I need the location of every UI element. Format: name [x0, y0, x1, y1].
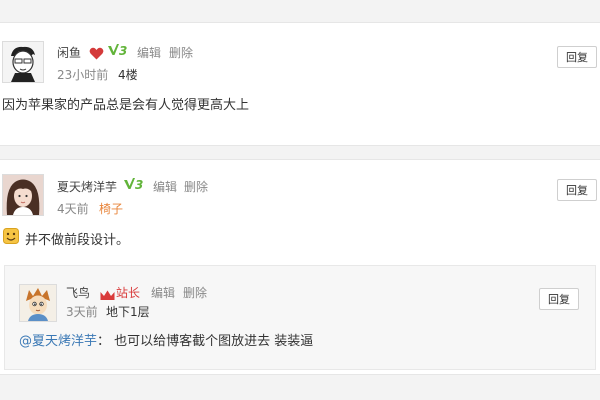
vip-level-icon: 3: [108, 44, 127, 58]
role-badge: 站长: [116, 286, 141, 300]
delete-link[interactable]: 删除: [183, 284, 207, 301]
comment-author[interactable]: 夏天烤洋芋: [57, 178, 117, 195]
comment-time: 23小时前: [57, 68, 109, 82]
comment-time: 4天前: [57, 202, 89, 216]
delete-link[interactable]: 删除: [184, 178, 208, 195]
reply-button[interactable]: 回复: [557, 46, 597, 68]
comment-text: 因为苹果家的产品总是会有人觉得更高大上: [2, 98, 250, 113]
reply-button[interactable]: 回复: [557, 179, 597, 201]
floor-label[interactable]: 4楼: [118, 66, 138, 83]
delete-link[interactable]: 删除: [169, 44, 193, 61]
avatar[interactable]: [2, 41, 44, 83]
comment-text: 并不做前段设计。: [25, 233, 130, 248]
edit-link[interactable]: 编辑: [137, 44, 161, 61]
reply-time: 3天前: [66, 305, 98, 319]
comment-card: 闲鱼 3 编辑 删除 23小时前 4楼 因为苹果家的产品总是会有人觉得更高大上 …: [0, 22, 600, 146]
edit-link[interactable]: 编辑: [153, 178, 177, 195]
emoji-icon: [3, 228, 19, 248]
comment-author[interactable]: 闲鱼: [57, 44, 81, 61]
floor-label[interactable]: 椅子: [99, 200, 123, 217]
avatar[interactable]: [2, 174, 44, 216]
avatar[interactable]: [19, 284, 57, 322]
nested-reply: 飞鸟 站长 编辑 删除 3天前 地下1层 @夏天烤洋芋： 也可以给博客截个图放进…: [4, 265, 596, 370]
reply-button[interactable]: 回复: [539, 288, 579, 310]
mention-link[interactable]: @夏天烤洋芋: [19, 334, 97, 349]
floor-label[interactable]: 地下1层: [106, 303, 150, 320]
heart-icon: [89, 45, 104, 64]
reply-text: @夏天烤洋芋： 也可以给博客截个图放进去 装装逼: [19, 330, 313, 349]
reply-author[interactable]: 飞鸟: [66, 284, 90, 301]
reply-body: ： 也可以给博客截个图放进去 装装逼: [97, 334, 314, 349]
vip-level-icon: 3: [124, 178, 143, 192]
edit-link[interactable]: 编辑: [151, 284, 175, 301]
